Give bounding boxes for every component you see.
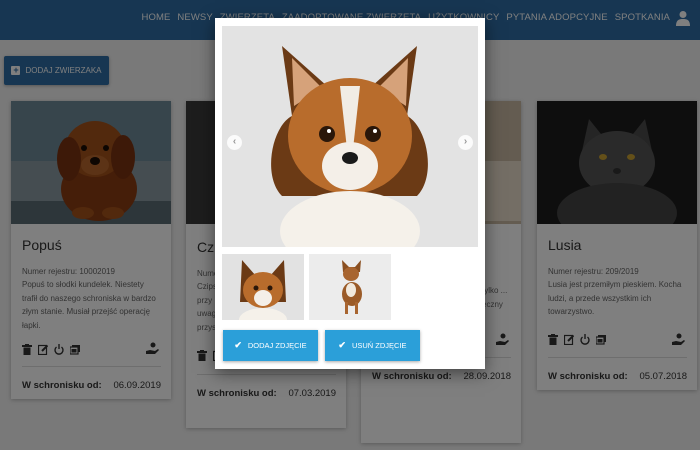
photo-gallery-modal: ‹ › ✔ DODAJ ZDJĘCIE ✔ USUŃ ZDJĘCIE bbox=[215, 18, 485, 369]
add-photo-label: DODAJ ZDJĘCIE bbox=[247, 341, 307, 350]
check-icon: ✔ bbox=[338, 340, 346, 350]
check-icon: ✔ bbox=[234, 340, 242, 350]
remove-photo-label: USUŃ ZDJĘCIE bbox=[351, 341, 407, 350]
previous-photo-arrow-icon[interactable]: ‹ bbox=[227, 135, 242, 150]
photo-thumbnail-2[interactable] bbox=[309, 254, 391, 320]
remove-photo-button[interactable]: ✔ USUŃ ZDJĘCIE bbox=[325, 330, 420, 361]
add-photo-button[interactable]: ✔ DODAJ ZDJĘCIE bbox=[223, 330, 318, 361]
main-photo: ‹ › bbox=[222, 26, 478, 247]
photo-thumbnail-1[interactable] bbox=[222, 254, 304, 320]
next-photo-arrow-icon[interactable]: › bbox=[458, 135, 473, 150]
